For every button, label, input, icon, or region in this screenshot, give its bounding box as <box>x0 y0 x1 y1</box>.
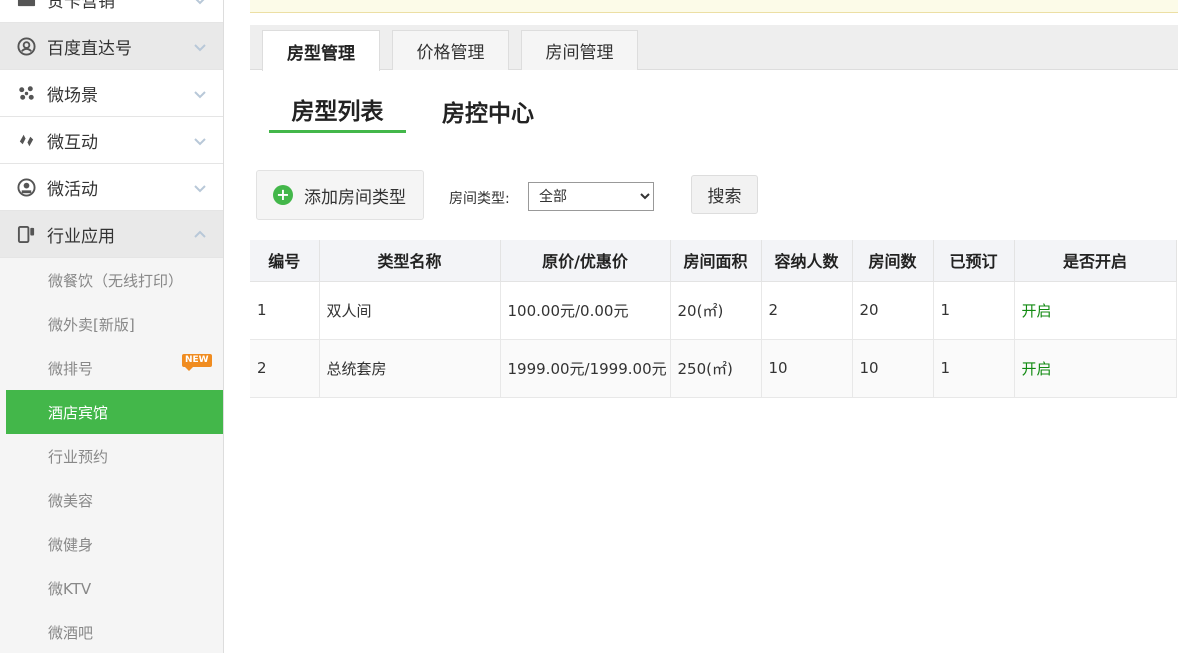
chevron-down-icon <box>193 39 207 53</box>
user-circle-icon <box>16 36 36 56</box>
cell-enabled[interactable]: 开启 <box>1014 281 1177 340</box>
tab-strip: 房型管理 价格管理 房间管理 <box>250 25 1178 71</box>
sidebar-item-baidu[interactable]: 百度直达号 <box>0 23 223 70</box>
tab-rooms[interactable]: 房间管理 <box>521 30 638 70</box>
interact-icon <box>16 130 36 150</box>
tab-label: 房间管理 <box>545 43 614 63</box>
subtab-room-control[interactable]: 房控中心 <box>422 88 554 133</box>
subtab-room-type-list[interactable]: 房型列表 <box>269 88 406 133</box>
chevron-down-icon <box>193 86 207 100</box>
submenu-item-label: 行业预约 <box>48 447 109 466</box>
industry-icon <box>16 224 36 244</box>
room-type-select[interactable]: 全部 <box>528 182 654 211</box>
cell-id: 2 <box>250 339 320 398</box>
table-row: 1 双人间 100.00元/0.00元 20(㎡) 2 20 1 开启 <box>250 281 1177 340</box>
chevron-down-icon <box>193 0 207 6</box>
table-header-row: 编号 类型名称 原价/优惠价 房间面积 容纳人数 房间数 已预订 是否开启 <box>250 240 1177 282</box>
cell-type-name: 双人间 <box>319 281 501 340</box>
chevron-down-icon <box>193 180 207 194</box>
sidebar-item-activity[interactable]: 微活动 <box>0 164 223 211</box>
table-row: 2 总统套房 1999.00元/1999.00元 250(㎡) 10 10 1 … <box>250 339 1177 398</box>
cell-price: 100.00元/0.00元 <box>500 281 671 340</box>
submenu-item-label: 微健身 <box>48 535 94 554</box>
cell-area: 250(㎡) <box>670 339 762 398</box>
column-header: 房间面积 <box>670 240 762 282</box>
column-header: 类型名称 <box>319 240 501 282</box>
cell-type-name: 总统套房 <box>319 339 501 398</box>
card-icon <box>16 0 36 9</box>
tab-label: 房型管理 <box>287 43 355 64</box>
sidebar-item-label: 行业应用 <box>47 226 115 247</box>
submenu-item-beauty[interactable]: 微美容 <box>0 478 223 522</box>
activity-icon <box>16 177 36 197</box>
sidebar-item-label: 百度直达号 <box>47 38 132 59</box>
submenu-item-ktv[interactable]: 微KTV <box>0 566 223 610</box>
sidebar-item-industry[interactable]: 行业应用 <box>0 211 223 258</box>
cell-booked: 1 <box>933 339 1015 398</box>
submenu-item-label: 微外卖[新版] <box>48 315 135 334</box>
sidebar-item-label: 贺卡营销 <box>47 0 115 12</box>
submenu-item-label: 微排号 <box>48 359 94 378</box>
cell-id: 1 <box>250 281 320 340</box>
tab-label: 价格管理 <box>416 43 485 63</box>
sidebar-item-greeting-card[interactable]: 贺卡营销 <box>0 0 223 23</box>
chevron-up-icon <box>193 227 207 241</box>
chevron-down-icon <box>193 133 207 147</box>
cell-area: 20(㎡) <box>670 281 762 340</box>
main-content: 房型管理 价格管理 房间管理 房型列表 房控中心 + 添加房间类型 房间类型: … <box>250 0 1178 653</box>
sidebar-item-label: 微活动 <box>47 179 98 200</box>
industry-submenu: 微餐饮（无线打印） 微外卖[新版] 微排号 NEW 酒店宾馆 行业预约 微美容 … <box>0 258 223 653</box>
column-header: 编号 <box>250 240 320 282</box>
cell-booked: 1 <box>933 281 1015 340</box>
column-header: 房间数 <box>852 240 934 282</box>
cell-enabled[interactable]: 开启 <box>1014 339 1177 398</box>
new-badge: NEW <box>182 354 212 371</box>
sidebar: 贺卡营销 百度直达号 微场景 微互动 微活动 行业应用 微餐饮（无线打印） 微外… <box>0 0 224 653</box>
cell-capacity: 10 <box>761 339 853 398</box>
plus-circle-icon: + <box>273 185 293 205</box>
column-header: 原价/优惠价 <box>500 240 671 282</box>
cell-room-count: 10 <box>852 339 934 398</box>
column-header: 已预订 <box>933 240 1015 282</box>
search-button[interactable]: 搜索 <box>691 175 758 214</box>
cell-price: 1999.00元/1999.00元 <box>500 339 671 398</box>
submenu-item-takeout[interactable]: 微外卖[新版] <box>0 302 223 346</box>
notice-bar <box>250 0 1178 13</box>
column-header: 容纳人数 <box>761 240 853 282</box>
cell-room-count: 20 <box>852 281 934 340</box>
submenu-item-label: 微KTV <box>48 579 92 598</box>
submenu-item-label: 微美容 <box>48 491 94 510</box>
submenu-item-catering[interactable]: 微餐饮（无线打印） <box>0 258 223 302</box>
room-type-table: 编号 类型名称 原价/优惠价 房间面积 容纳人数 房间数 已预订 是否开启 1 … <box>250 240 1177 398</box>
submenu-item-label: 微餐饮（无线打印） <box>48 271 184 290</box>
cell-capacity: 2 <box>761 281 853 340</box>
submenu-item-booking[interactable]: 行业预约 <box>0 434 223 478</box>
submenu-item-fitness[interactable]: 微健身 <box>0 522 223 566</box>
tab-price[interactable]: 价格管理 <box>392 30 509 70</box>
room-type-filter-label: 房间类型: <box>449 191 510 207</box>
sidebar-item-label: 微场景 <box>47 85 98 106</box>
search-button-label: 搜索 <box>707 187 742 207</box>
submenu-item-hotel[interactable]: 酒店宾馆 <box>6 390 223 434</box>
add-room-type-button[interactable]: + 添加房间类型 <box>256 170 424 220</box>
sidebar-item-scene[interactable]: 微场景 <box>0 70 223 117</box>
subtab-label: 房型列表 <box>291 99 384 125</box>
scene-icon <box>16 83 36 103</box>
column-header: 是否开启 <box>1014 240 1177 282</box>
submenu-item-label: 微酒吧 <box>48 623 94 642</box>
add-button-label: 添加房间类型 <box>304 187 406 208</box>
submenu-item-bar[interactable]: 微酒吧 <box>0 610 223 653</box>
sidebar-item-label: 微互动 <box>47 132 98 153</box>
sidebar-item-interact[interactable]: 微互动 <box>0 117 223 164</box>
subtab-label: 房控中心 <box>442 100 534 127</box>
submenu-item-queue[interactable]: 微排号 NEW <box>0 346 223 390</box>
tab-room-type[interactable]: 房型管理 <box>262 30 380 71</box>
submenu-item-label: 酒店宾馆 <box>48 403 109 422</box>
